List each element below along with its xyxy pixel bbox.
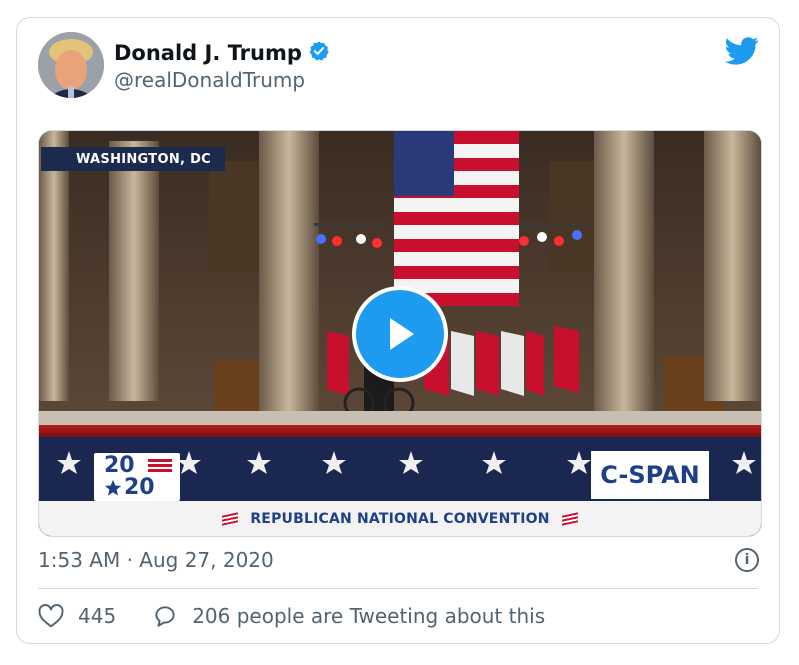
author-handle[interactable]: @realDonaldTrump bbox=[114, 68, 305, 92]
tweet-actions: 445 206 people are Tweeting about this bbox=[38, 604, 545, 628]
tweet-timestamp[interactable]: 1:53 AM · Aug 27, 2020 bbox=[38, 548, 274, 572]
rnc-2020-logo: 20 20 bbox=[94, 453, 180, 501]
conversation-count-text: 206 people are Tweeting about this bbox=[192, 604, 546, 628]
info-icon[interactable]: i bbox=[735, 548, 759, 572]
logo-year-bottom: 20 bbox=[124, 475, 155, 500]
convention-banner: REPUBLICAN NATIONAL CONVENTION bbox=[39, 501, 761, 536]
play-icon bbox=[390, 318, 414, 350]
play-button[interactable] bbox=[352, 286, 448, 382]
avatar[interactable] bbox=[38, 32, 104, 98]
divider bbox=[38, 588, 758, 589]
location-badge: WASHINGTON, DC bbox=[41, 147, 225, 171]
flag-stripes-icon bbox=[222, 511, 239, 526]
tweet-card[interactable]: Donald J. Trump @realDonaldTrump WASHING… bbox=[16, 17, 780, 644]
logo-stripes-icon bbox=[148, 459, 172, 472]
author-name[interactable]: Donald J. Trump bbox=[114, 41, 302, 65]
reply-bubble-icon bbox=[155, 606, 175, 627]
like-count: 445 bbox=[78, 604, 117, 628]
cspan-logo: C-SPAN bbox=[591, 451, 709, 499]
logo-year-top: 20 bbox=[104, 453, 135, 478]
heart-icon bbox=[38, 604, 64, 628]
video-player[interactable]: WASHINGTON, DC 20 20 C-SPAN REPUBLICAN N… bbox=[38, 130, 762, 537]
conversation-button[interactable]: 206 people are Tweeting about this bbox=[152, 604, 545, 628]
like-button[interactable]: 445 bbox=[38, 604, 116, 628]
verified-badge-icon bbox=[308, 40, 330, 66]
twitter-bird-icon[interactable] bbox=[725, 36, 759, 66]
convention-banner-text: REPUBLICAN NATIONAL CONVENTION bbox=[250, 510, 550, 527]
flag-stripes-icon bbox=[561, 511, 578, 526]
logo-star-icon bbox=[104, 479, 122, 496]
author-name-row[interactable]: Donald J. Trump bbox=[114, 40, 330, 66]
